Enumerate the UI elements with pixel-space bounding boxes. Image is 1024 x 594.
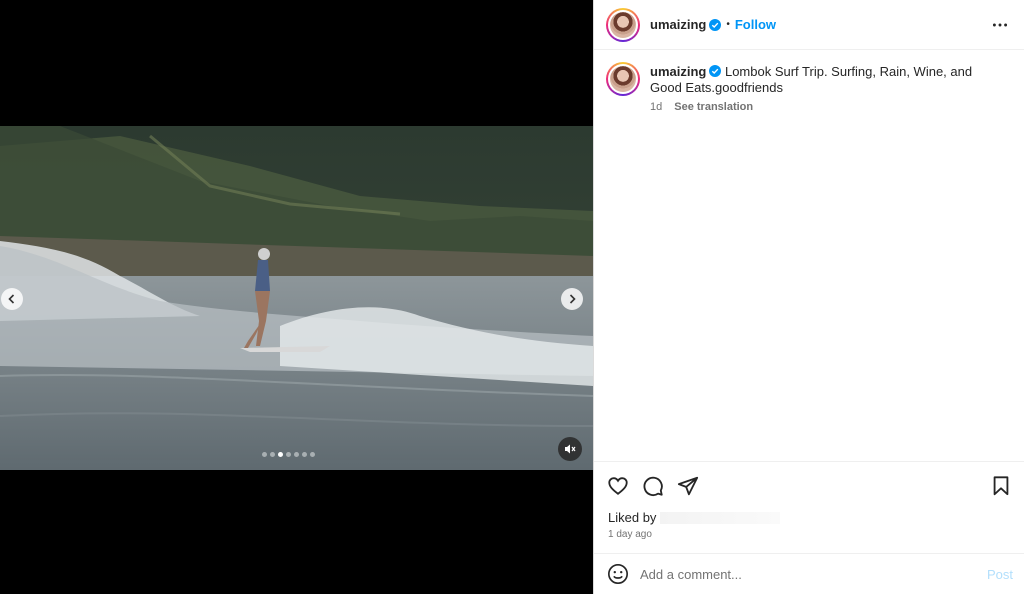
caption-text: umaizing Lombok Surf Trip. Surfing, Rain… [650,64,995,96]
like-button[interactable] [606,474,630,498]
action-bar [594,462,1024,510]
bookmark-icon [993,476,1009,496]
carousel-dot [278,452,283,457]
post-comment-button[interactable]: Post [987,567,1013,582]
post-age: 1d [650,101,663,113]
previous-slide-button[interactable] [1,288,23,310]
chevron-right-icon [569,294,576,304]
surf-photo [0,126,593,470]
avatar[interactable] [606,7,640,42]
caption-username[interactable]: umaizing [650,64,706,79]
speaker-muted-icon [565,444,576,454]
post-header: umaizing • Follow [594,0,1024,50]
heart-icon [608,477,628,495]
comment-bubble-icon [643,476,663,497]
smiley-icon [608,564,628,584]
action-section: Liked by 1 day ago [594,461,1024,540]
carousel-dot [270,452,275,457]
liked-by-label: Liked by [608,510,657,525]
caption-avatar[interactable] [606,62,640,96]
post-timestamp: 1 day ago [608,529,652,540]
carousel-dot [262,452,267,457]
mute-toggle-button[interactable] [558,437,582,461]
post-photo[interactable] [0,126,593,470]
follow-button[interactable]: Follow [735,17,776,32]
carousel-dot [302,452,307,457]
emoji-button[interactable] [606,562,630,586]
author-username[interactable]: umaizing [650,17,706,32]
caption-block: umaizing Lombok Surf Trip. Surfing, Rain… [594,50,1024,113]
post-side-panel: umaizing • Follow umaizing Lombok Surf T… [593,0,1024,594]
verified-badge-icon [709,18,722,31]
see-translation-link[interactable]: See translation [674,101,753,113]
carousel-indicator [262,452,315,457]
comment-input[interactable] [640,566,970,582]
separator-dot: • [726,19,730,30]
carousel-dot [294,452,299,457]
save-button[interactable] [989,474,1013,498]
more-horizontal-icon [992,23,1008,26]
more-options-button[interactable] [990,15,1010,35]
carousel-dot [286,452,291,457]
paper-plane-icon [677,476,699,496]
next-slide-button[interactable] [561,288,583,310]
comment-button[interactable] [641,474,665,498]
verified-badge-icon [709,65,722,77]
liked-by: Liked by [594,510,1024,525]
media-pane [0,0,593,594]
comment-bar: Post [594,553,1024,594]
post-viewer: umaizing • Follow umaizing Lombok Surf T… [0,0,1024,594]
caption-meta: 1d See translation [650,101,995,113]
liked-by-names-placeholder [660,512,781,524]
chevron-left-icon [8,294,15,304]
share-button[interactable] [676,474,700,498]
carousel-dot [310,452,315,457]
